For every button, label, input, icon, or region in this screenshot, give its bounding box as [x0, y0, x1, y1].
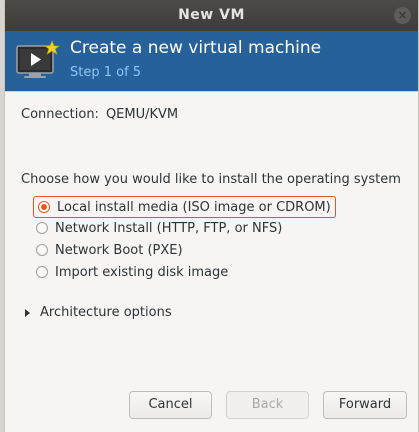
radio-label: Network Install (HTTP, FTP, or NFS)	[55, 220, 283, 236]
vm-wizard-icon	[16, 40, 60, 78]
radio-import-disk-image[interactable]: Import existing disk image	[36, 262, 228, 282]
radio-button[interactable]	[36, 266, 48, 278]
wizard-header: Create a new virtual machine Step 1 of 5	[5, 31, 418, 91]
new-vm-dialog: New VM × Create a new virtual machine St…	[4, 0, 419, 432]
radio-label: Local install media (ISO image or CDROM)	[57, 199, 331, 215]
connection-value: QEMU/KVM	[105, 107, 179, 122]
expander-arrow-icon[interactable]	[25, 308, 30, 317]
connection-row: Connection: QEMU/KVM	[21, 107, 178, 122]
radio-button[interactable]	[36, 244, 48, 256]
radio-network-boot[interactable]: Network Boot (PXE)	[36, 240, 183, 260]
wizard-title: Create a new virtual machine	[70, 38, 322, 58]
cancel-button[interactable]: Cancel	[129, 391, 212, 419]
radio-network-install[interactable]: Network Install (HTTP, FTP, or NFS)	[36, 218, 282, 238]
radio-label: Import existing disk image	[55, 264, 229, 280]
architecture-options-label: Architecture options	[40, 305, 172, 320]
title-bar[interactable]: New VM ×	[5, 0, 418, 31]
close-button[interactable]: ×	[394, 7, 411, 24]
window-title: New VM	[178, 7, 245, 23]
architecture-options-expander[interactable]: Architecture options	[25, 305, 172, 320]
radio-button[interactable]	[36, 222, 48, 234]
connection-label: Connection:	[21, 107, 99, 122]
radio-local-install-media[interactable]: Local install media (ISO image or CDROM)	[33, 196, 336, 218]
forward-button[interactable]: Forward	[323, 391, 407, 419]
radio-button-checked[interactable]	[38, 201, 50, 213]
back-button[interactable]: Back	[226, 391, 309, 419]
radio-label: Network Boot (PXE)	[55, 242, 183, 258]
wizard-step: Step 1 of 5	[70, 65, 142, 80]
header-divider	[5, 91, 418, 92]
install-method-prompt: Choose how you would like to install the…	[21, 172, 401, 187]
